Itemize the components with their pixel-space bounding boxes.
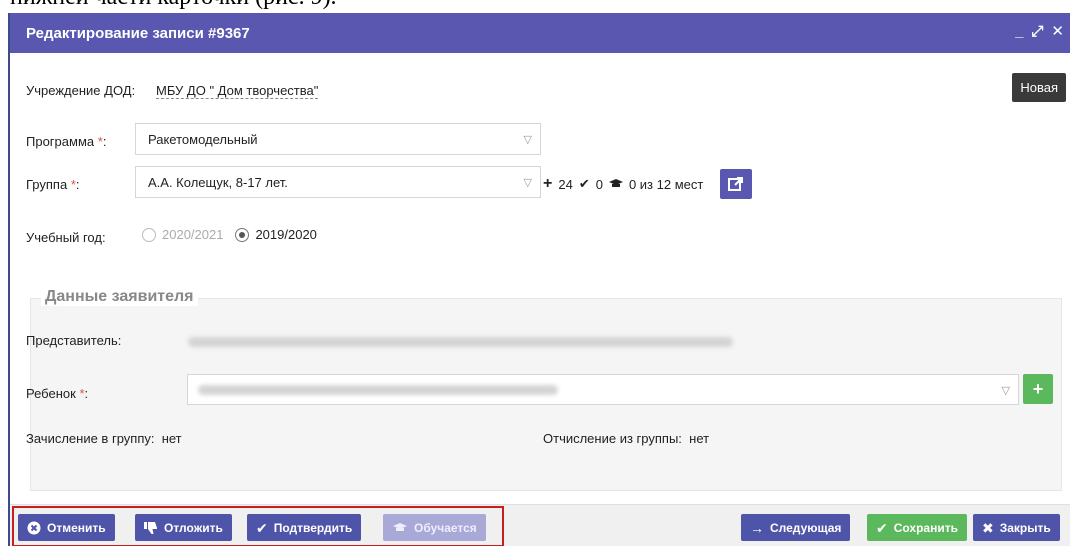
- open-group-button[interactable]: [720, 169, 752, 199]
- institution-link[interactable]: МБУ ДО " Дом творчества": [156, 83, 319, 99]
- radio-2020-2021-label: 2020/2021: [162, 227, 224, 242]
- radio-2020-2021[interactable]: [142, 227, 156, 242]
- group-select-value: А.А. Колещук, 8-17 лет.: [148, 174, 288, 190]
- thumbs-down-icon: [144, 521, 157, 534]
- representative-label: Представитель:: [26, 333, 122, 348]
- dialog-title: Редактирование записи #9367: [26, 24, 250, 42]
- chevron-down-icon: ▽: [1001, 385, 1010, 397]
- stat-places: 0 из 12 мест: [628, 176, 704, 192]
- program-label: Программа *:: [26, 134, 107, 149]
- cancel-button[interactable]: Отменить: [18, 514, 115, 541]
- group-stats: +24 ✔ 0 0 из 12 мест: [543, 175, 703, 193]
- next-button[interactable]: → Следующая: [741, 514, 851, 541]
- group-label: Группа *:: [26, 177, 80, 192]
- close-button[interactable]: ✖ Закрыть: [973, 514, 1060, 541]
- confirm-button[interactable]: ✔ Подтвердить: [247, 514, 362, 541]
- plus-icon: +: [1032, 378, 1044, 399]
- graduation-cap-icon: [608, 179, 623, 187]
- chevron-down-icon: ▽: [523, 134, 532, 146]
- studying-button[interactable]: Обучается: [383, 514, 486, 541]
- dialog-titlebar: Редактирование записи #9367 _ ⤢ ✕: [10, 13, 1070, 53]
- check-icon: ✔: [256, 519, 268, 536]
- stat-applications: 24: [558, 176, 573, 192]
- edit-record-dialog: Редактирование записи #9367 _ ⤢ ✕ Учрежд…: [8, 13, 1070, 546]
- close-icon[interactable]: ✕: [1051, 23, 1064, 41]
- arrow-right-icon: →: [750, 519, 764, 536]
- postpone-button[interactable]: Отложить: [135, 514, 232, 541]
- study-year-radio-group: 2020/2021 2019/2020: [142, 227, 317, 242]
- close-icon: ✖: [982, 519, 994, 536]
- chevron-down-icon: ▽: [523, 177, 532, 189]
- applicant-legend: Данные заявителя: [41, 288, 198, 306]
- check-icon: ✔: [876, 519, 888, 536]
- group-select[interactable]: А.А. Колещук, 8-17 лет. ▽: [135, 166, 541, 198]
- institution-label: Учреждение ДОД:: [26, 83, 136, 98]
- program-select[interactable]: Ракетомодельный ▽: [135, 123, 541, 155]
- plus-icon: +: [543, 175, 553, 192]
- document-caption: нижней части карточки (рис. 9).: [10, 0, 1070, 12]
- enrollment-info: Зачисление в группу: нет: [26, 431, 182, 446]
- expulsion-info: Отчисление из группы: нет: [543, 431, 710, 446]
- radio-2019-2020-label: 2019/2020: [255, 227, 317, 242]
- study-year-label: Учебный год:: [26, 230, 106, 245]
- stat-confirmed: 0: [595, 176, 603, 192]
- radio-2019-2020[interactable]: [235, 227, 250, 242]
- child-value-redacted: [198, 385, 558, 395]
- save-button[interactable]: ✔ Сохранить: [867, 514, 967, 541]
- window-controls: _ ⤢ ✕: [1015, 23, 1064, 41]
- graduation-cap-icon: [393, 522, 407, 531]
- times-circle-icon: [27, 521, 41, 534]
- child-select[interactable]: ▽: [187, 374, 1019, 405]
- representative-value-redacted: [188, 337, 733, 347]
- maximize-icon[interactable]: ⤢: [1031, 23, 1043, 41]
- check-icon: ✔: [578, 176, 590, 191]
- minimize-icon[interactable]: _: [1015, 23, 1023, 41]
- external-link-icon: [728, 177, 743, 191]
- child-label: Ребенок *:: [26, 386, 89, 401]
- program-select-value: Ракетомодельный: [148, 131, 258, 147]
- add-child-button[interactable]: +: [1023, 374, 1053, 404]
- status-badge: Новая: [1012, 73, 1066, 102]
